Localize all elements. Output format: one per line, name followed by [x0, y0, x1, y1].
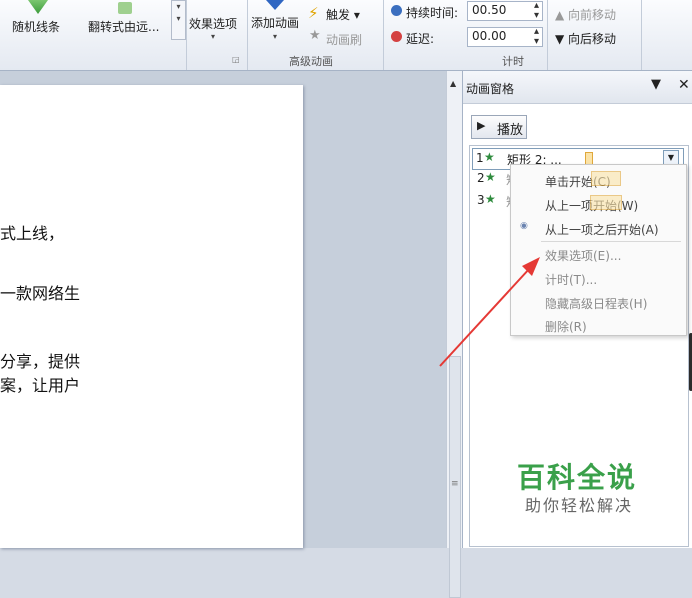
slide-text-line: 一款网络生: [0, 284, 81, 303]
clock-icon: [391, 5, 402, 16]
menu-item-hide-advanced-timeline[interactable]: 隐藏高级日程表(H): [545, 295, 647, 312]
move-later-button[interactable]: ▼ 向后移动: [555, 30, 616, 47]
timeline-bar: [591, 171, 621, 186]
trigger-button[interactable]: 触发 ▾: [326, 6, 360, 23]
animation-painter-icon: ★: [309, 28, 321, 43]
add-animation-star-icon: [266, 0, 284, 10]
slide-page[interactable]: 式上线， 一款网络生 分享，提供 案，让用户: [0, 85, 303, 548]
watermark-subtitle: 助你轻松解决: [525, 496, 634, 515]
pane-header: 动画窗格 ▼ ✕: [463, 71, 692, 104]
watermark-title: 百科全说: [517, 461, 638, 494]
duration-value[interactable]: 00.50: [472, 3, 506, 17]
context-menu: 单击开始(C) 从上一项开始(W) ◉ 从上一项之后开始(A) 效果选项(E).…: [510, 164, 687, 336]
menu-item-delete[interactable]: 删除(R): [545, 318, 587, 335]
splitter-grip-icon[interactable]: ≡: [451, 479, 459, 489]
delay-icon: [391, 31, 402, 42]
vertical-scrollbar[interactable]: ▲ ≡: [446, 71, 463, 598]
delay-spinner[interactable]: 00.00 ▴ ▾: [467, 27, 543, 47]
chevron-down-icon: ▾: [273, 32, 278, 41]
close-icon[interactable]: ✕: [678, 77, 690, 93]
animation-pane: 动画窗格 ▼ ✕ ▶ 播放 1 ★ 矩形 2: ... ▼ 2 ★ 矩开 3 ★…: [462, 71, 692, 548]
effect-star-icon: ★: [485, 192, 496, 206]
effect-random-lines[interactable]: 随机线条: [12, 18, 60, 35]
chevron-down-icon: ▾: [211, 32, 216, 41]
slide-text-line: 分享，提供: [0, 352, 81, 371]
separator: [383, 0, 384, 70]
separator: [186, 0, 187, 70]
slide-text-line: 式上线，: [0, 224, 65, 243]
separator: [547, 0, 548, 70]
delay-label: 延迟:: [406, 32, 435, 46]
pane-menu-icon[interactable]: ▼: [651, 77, 661, 92]
effect-options-button[interactable]: 效果选项: [189, 15, 237, 32]
play-icon: ▶: [477, 119, 486, 132]
animation-painter-button[interactable]: 动画刷: [326, 31, 362, 48]
effect-star-icon: ★: [485, 170, 496, 184]
move-earlier-button[interactable]: ▲ 向前移动: [555, 6, 616, 23]
random-lines-icon: [28, 0, 48, 14]
radio-selected-icon: ◉: [520, 221, 528, 231]
spin-arrows-icon[interactable]: ▴ ▾: [534, 27, 539, 47]
effect-star-icon: ★: [484, 150, 495, 164]
add-animation-button[interactable]: 添加动画: [251, 14, 299, 31]
timing-group-label: 计时: [502, 55, 524, 68]
flip-icon: [118, 2, 132, 14]
slide-text-line: 案，让用户: [0, 376, 81, 395]
advanced-group-label: 高级动画: [289, 55, 333, 68]
effect-flip-far[interactable]: 翻转式由远...: [88, 18, 159, 35]
play-button[interactable]: ▶ 播放: [471, 115, 527, 139]
duration-label: 持续时间:: [406, 6, 459, 20]
trigger-icon: ⚡: [308, 4, 319, 22]
separator: [247, 0, 248, 70]
ribbon: 随机线条 翻转式由远... ▾ ▾ 效果选项 ▾ 添加动画 ▾ ⚡ 触发 ▾ ★ …: [0, 0, 692, 71]
menu-item-effect-options[interactable]: 效果选项(E)...: [545, 247, 621, 264]
duration-spinner[interactable]: 00.50 ▴ ▾: [467, 1, 543, 21]
scroll-up-icon[interactable]: ▲: [450, 79, 456, 88]
spin-arrows-icon[interactable]: ▴ ▾: [534, 1, 539, 21]
menu-item-timing[interactable]: 计时(T)...: [545, 271, 597, 288]
gallery-scroll[interactable]: ▾ ▾: [171, 0, 186, 40]
dialog-launcher-icon[interactable]: ◲: [232, 55, 240, 64]
delay-value[interactable]: 00.00: [472, 29, 506, 43]
scroll-thumb[interactable]: [449, 356, 461, 598]
pane-title: 动画窗格: [466, 82, 515, 96]
timeline-bar: [590, 195, 622, 210]
separator: [641, 0, 642, 70]
menu-separator: [541, 241, 681, 242]
menu-item-after-previous[interactable]: 从上一项之后开始(A): [545, 221, 659, 238]
